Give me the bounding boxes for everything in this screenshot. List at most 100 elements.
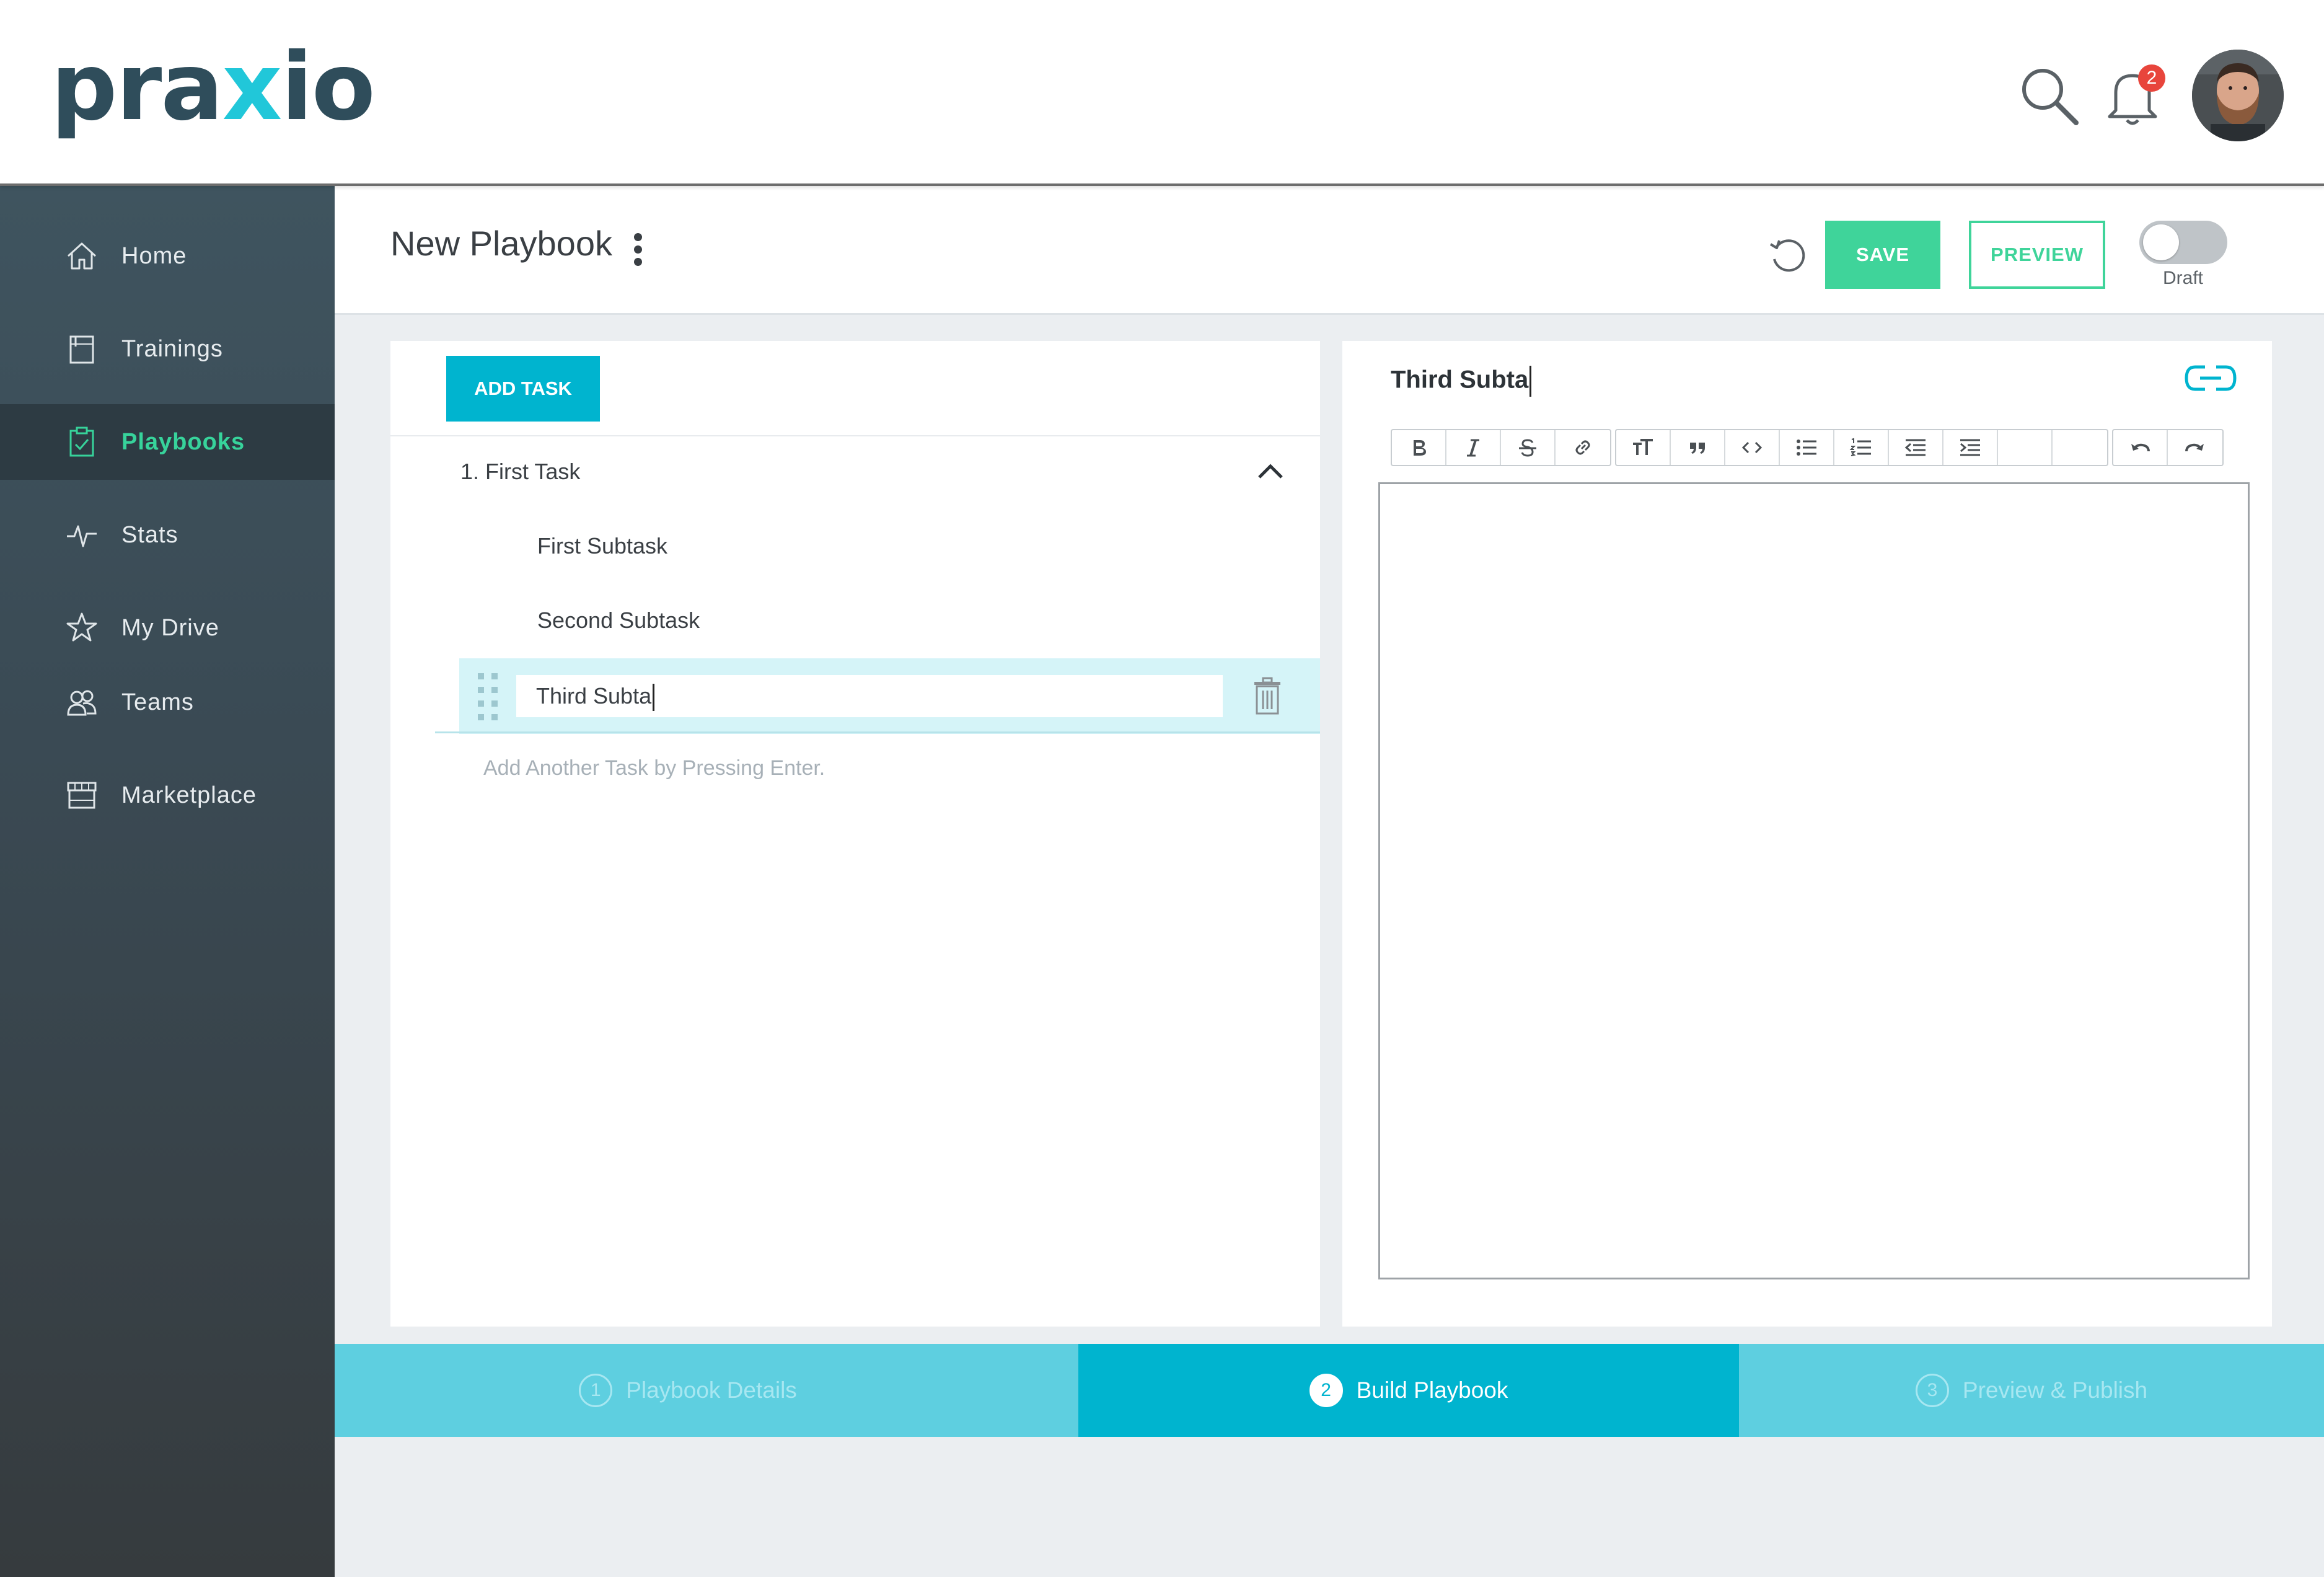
link-button[interactable] bbox=[1556, 430, 1610, 465]
bullet-list-icon bbox=[1797, 440, 1816, 456]
reset-icon[interactable] bbox=[1764, 232, 1811, 279]
pulse-icon bbox=[67, 525, 97, 547]
quote-icon bbox=[1690, 443, 1705, 454]
text-caret bbox=[1530, 366, 1532, 397]
add-task-button[interactable]: ADD TASK bbox=[446, 356, 600, 422]
bullet-list-button[interactable] bbox=[1780, 430, 1834, 465]
numbered-list-icon bbox=[1849, 438, 1871, 456]
top-header: praxio 2 bbox=[0, 0, 2324, 186]
strikethrough-icon bbox=[1519, 439, 1536, 457]
step-playbook-details[interactable]: 1 Playbook Details bbox=[335, 1344, 1078, 1437]
subtask-item-editing: Third Subta bbox=[459, 658, 1320, 734]
toolbar-empty-button[interactable] bbox=[1998, 430, 2053, 465]
editor-title[interactable]: Third Subta bbox=[1391, 366, 1532, 397]
page-titlebar: New Playbook SAVE PREVIEW Draft bbox=[335, 186, 2324, 315]
star-icon bbox=[66, 612, 97, 642]
logo-text-end: io bbox=[281, 33, 375, 141]
toolbar-empty-button[interactable] bbox=[2053, 430, 2107, 465]
text-caret bbox=[653, 684, 655, 712]
toolbar-group bbox=[1391, 429, 1611, 466]
sidebar-item-marketplace[interactable]: Marketplace bbox=[0, 758, 335, 833]
user-avatar[interactable] bbox=[2192, 50, 2284, 141]
task-list-panel: ADD TASK 1. First Task First Subtask Sec… bbox=[390, 341, 1320, 1327]
book-icon bbox=[69, 335, 94, 364]
italic-button[interactable] bbox=[1446, 430, 1501, 465]
publish-toggle[interactable] bbox=[2139, 221, 2227, 264]
subtask-item[interactable]: Second Subtask bbox=[537, 607, 700, 634]
notification-badge: 2 bbox=[2138, 64, 2165, 92]
editor-toolbar bbox=[1391, 429, 2227, 466]
step-label: Preview & Publish bbox=[1962, 1377, 2148, 1403]
toolbar-group bbox=[2112, 429, 2224, 466]
italic-icon bbox=[1467, 439, 1479, 457]
chevron-up-icon[interactable] bbox=[1252, 459, 1289, 484]
toggle-knob bbox=[2143, 224, 2179, 260]
step-preview-publish[interactable]: 3 Preview & Publish bbox=[1739, 1344, 2324, 1437]
chain-link-icon bbox=[1575, 440, 1590, 455]
progress-stepper: 1 Playbook Details 2 Build Playbook 3 Pr… bbox=[335, 1344, 2324, 1437]
quote-button[interactable] bbox=[1671, 430, 1725, 465]
subtask-item[interactable]: First Subtask bbox=[537, 533, 667, 559]
sidebar-item-my-drive[interactable]: My Drive bbox=[0, 590, 335, 666]
task-title[interactable]: 1. First Task bbox=[460, 459, 580, 485]
sidebar-item-label: Playbooks bbox=[121, 428, 245, 455]
sidebar: Home Trainings Playbooks Stats My Drive bbox=[0, 186, 335, 1577]
sidebar-item-stats[interactable]: Stats bbox=[0, 497, 335, 573]
bold-button[interactable] bbox=[1392, 430, 1446, 465]
page-title: New Playbook bbox=[390, 224, 612, 263]
heading-button[interactable] bbox=[1616, 430, 1671, 465]
link-icon[interactable] bbox=[2183, 361, 2238, 395]
step-number: 1 bbox=[579, 1374, 613, 1407]
save-button[interactable]: SAVE bbox=[1825, 221, 1940, 289]
sidebar-item-home[interactable]: Home bbox=[0, 218, 335, 294]
text-size-icon bbox=[1633, 439, 1653, 455]
sidebar-item-playbooks[interactable]: Playbooks bbox=[0, 404, 335, 480]
indent-icon bbox=[1960, 439, 1980, 456]
sidebar-item-label: Trainings bbox=[121, 335, 223, 362]
step-number: 3 bbox=[1915, 1374, 1949, 1407]
clipboard-check-icon bbox=[69, 426, 94, 457]
undo-icon bbox=[2131, 443, 2150, 452]
sidebar-item-trainings[interactable]: Trainings bbox=[0, 311, 335, 387]
preview-button[interactable]: PREVIEW bbox=[1969, 221, 2105, 289]
strikethrough-button[interactable] bbox=[1501, 430, 1556, 465]
users-icon bbox=[67, 690, 97, 716]
indent-button[interactable] bbox=[1943, 430, 1998, 465]
subtask-input-value: Third Subta bbox=[536, 683, 652, 709]
drag-handle-icon[interactable] bbox=[478, 673, 505, 720]
toggle-status-label: Draft bbox=[2163, 268, 2204, 288]
toolbar-group bbox=[1615, 429, 2108, 466]
divider bbox=[435, 731, 1320, 733]
logo-text-main: pra bbox=[51, 33, 224, 141]
undo-button[interactable] bbox=[2113, 430, 2168, 465]
logo-text-accent: x bbox=[222, 33, 283, 141]
code-button[interactable] bbox=[1725, 430, 1780, 465]
sidebar-item-label: Stats bbox=[121, 521, 178, 548]
trash-icon[interactable] bbox=[1249, 676, 1285, 715]
step-label: Playbook Details bbox=[626, 1377, 797, 1403]
sidebar-item-label: Marketplace bbox=[121, 782, 257, 808]
step-label: Build Playbook bbox=[1356, 1377, 1508, 1403]
praxio-logo[interactable]: praxio bbox=[51, 33, 376, 141]
subtask-input[interactable]: Third Subta bbox=[516, 675, 1223, 717]
code-icon bbox=[1741, 441, 1763, 454]
sidebar-item-label: Teams bbox=[121, 689, 194, 715]
outdent-button[interactable] bbox=[1889, 430, 1943, 465]
rich-text-editor[interactable] bbox=[1378, 482, 2250, 1279]
sidebar-item-teams[interactable]: Teams bbox=[0, 665, 335, 740]
outdent-icon bbox=[1904, 439, 1926, 456]
bold-icon bbox=[1414, 440, 1426, 456]
add-task-hint[interactable]: Add Another Task by Pressing Enter. bbox=[483, 756, 825, 780]
redo-icon bbox=[2185, 443, 2204, 452]
step-number: 2 bbox=[1309, 1374, 1343, 1407]
search-icon[interactable] bbox=[2015, 62, 2084, 130]
divider bbox=[390, 435, 1320, 436]
editor-title-text: Third Subta bbox=[1391, 366, 1529, 394]
editor-panel: Third Subta bbox=[1342, 341, 2272, 1327]
store-icon bbox=[67, 782, 97, 809]
more-options-icon[interactable] bbox=[630, 233, 645, 270]
step-build-playbook[interactable]: 2 Build Playbook bbox=[1078, 1344, 1739, 1437]
redo-button[interactable] bbox=[2168, 430, 2222, 465]
sidebar-item-label: My Drive bbox=[121, 614, 219, 641]
numbered-list-button[interactable] bbox=[1834, 430, 1889, 465]
